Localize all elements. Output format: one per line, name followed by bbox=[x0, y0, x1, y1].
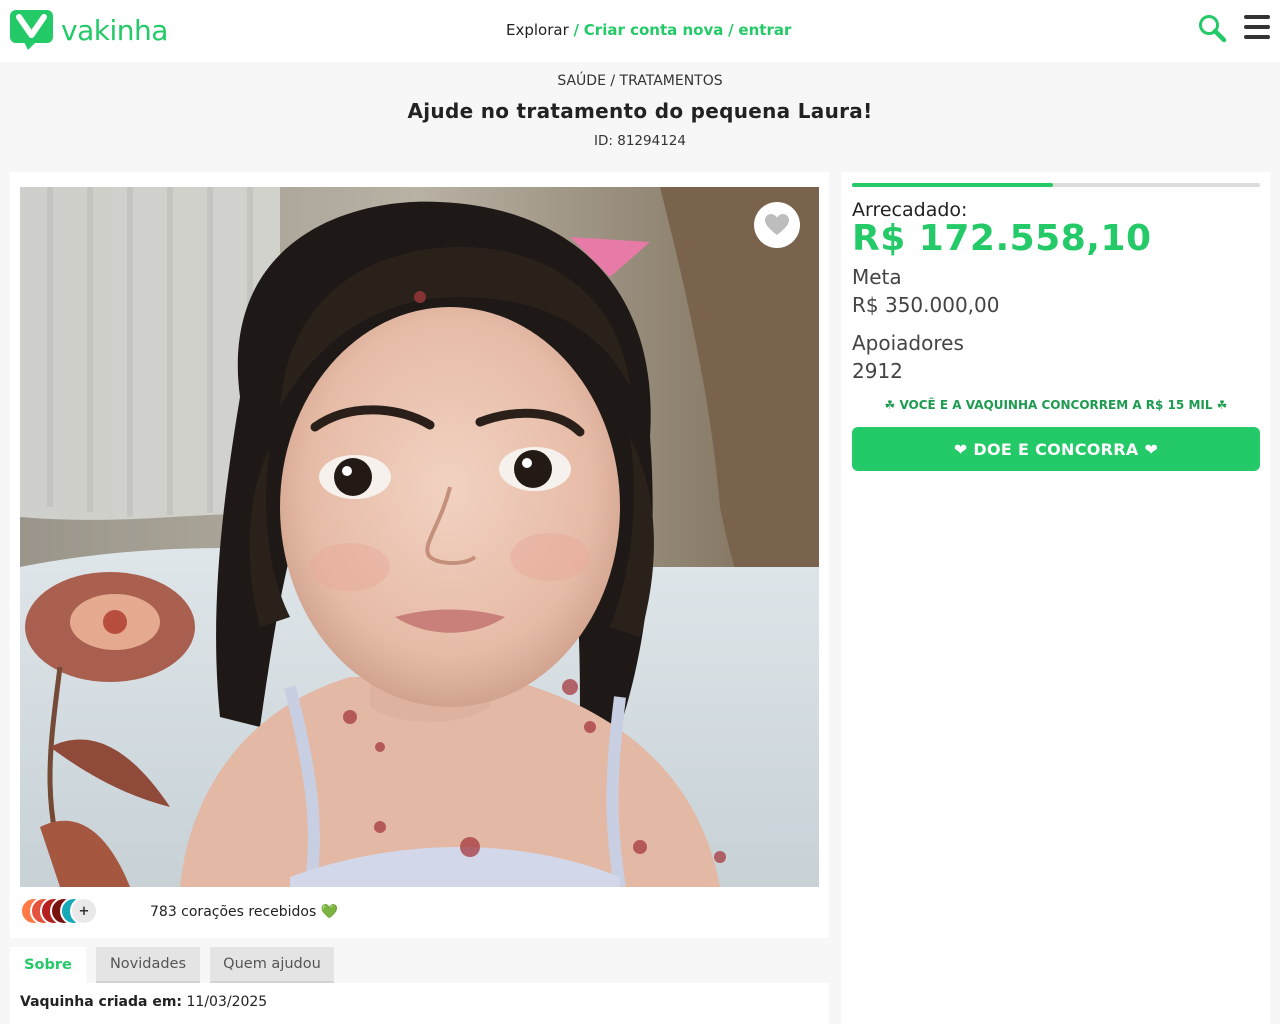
tab-sobre[interactable]: Sobre bbox=[10, 947, 86, 983]
hearts-received-row: 5 + 783 corações recebidos 💚 bbox=[20, 897, 520, 927]
favorite-heart-button[interactable] bbox=[754, 202, 800, 248]
supporters-count: 2912 bbox=[852, 359, 903, 383]
tab-novidades[interactable]: Novidades bbox=[96, 947, 200, 983]
search-icon[interactable] bbox=[1197, 13, 1227, 43]
more-supporters-avatar[interactable]: + bbox=[70, 897, 98, 925]
top-nav-links: Explorar / Criar conta nova / entrar bbox=[506, 21, 791, 39]
nav-login-link[interactable]: entrar bbox=[738, 21, 791, 39]
nav-separator: / bbox=[573, 21, 580, 39]
campaign-id: ID: 81294124 bbox=[594, 133, 686, 149]
promo-banner: ☘ VOCÊ E A VAQUINHA CONCORREM A R$ 15 MI… bbox=[884, 398, 1228, 412]
created-date-line: Vaquinha criada em: 11/03/2025 bbox=[20, 994, 267, 1010]
supporters-label: Apoiadores bbox=[852, 331, 964, 355]
vakinha-logo-icon bbox=[10, 10, 53, 50]
raised-amount: R$ 172.558,10 bbox=[852, 218, 1152, 259]
page-title: Ajude no tratamento do pequena Laura! bbox=[407, 99, 873, 123]
vakinha-logo[interactable]: vakinha bbox=[10, 10, 168, 50]
created-date-label: Vaquinha criada em: bbox=[20, 994, 183, 1010]
top-navigation-bar: vakinha Explorar / Criar conta nova / en… bbox=[0, 0, 1280, 62]
tab-quem-ajudou[interactable]: Quem ajudou bbox=[210, 947, 334, 983]
progress-fill bbox=[852, 183, 1054, 187]
nav-explore-link[interactable]: Explorar bbox=[506, 21, 569, 39]
donate-button[interactable]: ❤ DOE E CONCORRA ❤ bbox=[852, 427, 1260, 471]
hearts-count-text: 783 corações recebidos 💚 bbox=[150, 904, 339, 920]
nav-separator: / bbox=[728, 21, 734, 39]
created-date-value: 11/03/2025 bbox=[186, 994, 268, 1010]
goal-amount: R$ 350.000,00 bbox=[852, 293, 1000, 317]
goal-label: Meta bbox=[852, 265, 902, 289]
logo-text: vakinha bbox=[61, 13, 168, 47]
nav-create-account-link[interactable]: Criar conta nova bbox=[584, 21, 724, 39]
fundraising-progress-bar bbox=[852, 183, 1260, 187]
campaign-category[interactable]: SAÚDE / TRATAMENTOS bbox=[0, 73, 1280, 89]
hamburger-menu-icon[interactable] bbox=[1244, 15, 1270, 39]
heart-icon bbox=[765, 214, 789, 235]
campaign-photo bbox=[20, 187, 819, 887]
